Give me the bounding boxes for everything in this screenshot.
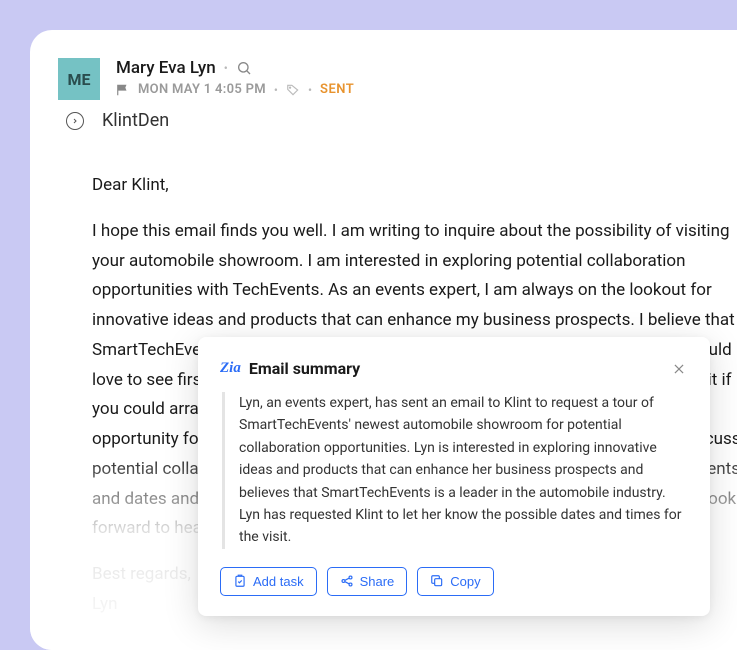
zia-icon: Zia xyxy=(220,360,241,377)
add-task-button[interactable]: Add task xyxy=(220,567,317,596)
email-subject: KlintDen xyxy=(102,110,169,131)
separator-dot-3: • xyxy=(308,83,312,97)
header-row-2: MON MAY 1 4:05 PM • • SENT xyxy=(116,82,737,97)
flag-icon[interactable] xyxy=(116,83,130,97)
clipboard-check-icon xyxy=(233,574,247,588)
signoff-line-2: Lyn xyxy=(92,594,117,614)
email-header: ME Mary Eva Lyn • MON MAY 1 4:05 PM • • xyxy=(30,30,737,100)
copy-button[interactable]: Copy xyxy=(417,567,493,596)
popup-title-wrap: Zia Email summary xyxy=(220,359,360,378)
close-icon[interactable] xyxy=(670,360,688,378)
subject-row: KlintDen xyxy=(30,100,737,141)
share-label: Share xyxy=(360,574,395,589)
tag-icon[interactable] xyxy=(286,83,300,97)
separator-dot: • xyxy=(224,61,228,75)
popup-actions: Add task Share Copy xyxy=(220,567,688,596)
share-button[interactable]: Share xyxy=(327,567,408,596)
email-date: MON MAY 1 4:05 PM xyxy=(138,82,266,97)
add-task-label: Add task xyxy=(253,574,304,589)
sender-name[interactable]: Mary Eva Lyn xyxy=(116,58,216,78)
copy-icon xyxy=(430,574,444,588)
avatar-initials: ME xyxy=(67,70,90,89)
separator-dot-2: • xyxy=(274,83,278,97)
email-greeting: Dear Klint, xyxy=(92,171,737,201)
summary-text: Lyn, an events expert, has sent an email… xyxy=(222,392,688,549)
avatar[interactable]: ME xyxy=(58,58,100,100)
copy-label: Copy xyxy=(450,574,480,589)
status-badge: SENT xyxy=(320,82,354,97)
popup-header: Zia Email summary xyxy=(220,359,688,378)
search-icon[interactable] xyxy=(236,60,252,76)
share-icon xyxy=(340,574,354,588)
popup-title: Email summary xyxy=(249,359,360,378)
email-summary-popup: Zia Email summary Lyn, an events expert,… xyxy=(198,337,710,616)
header-row-1: Mary Eva Lyn • xyxy=(116,58,737,78)
signoff-line-1: Best regards, xyxy=(92,564,191,584)
chevron-right-icon[interactable] xyxy=(66,112,84,130)
header-info: Mary Eva Lyn • MON MAY 1 4:05 PM • • SEN… xyxy=(116,58,737,97)
